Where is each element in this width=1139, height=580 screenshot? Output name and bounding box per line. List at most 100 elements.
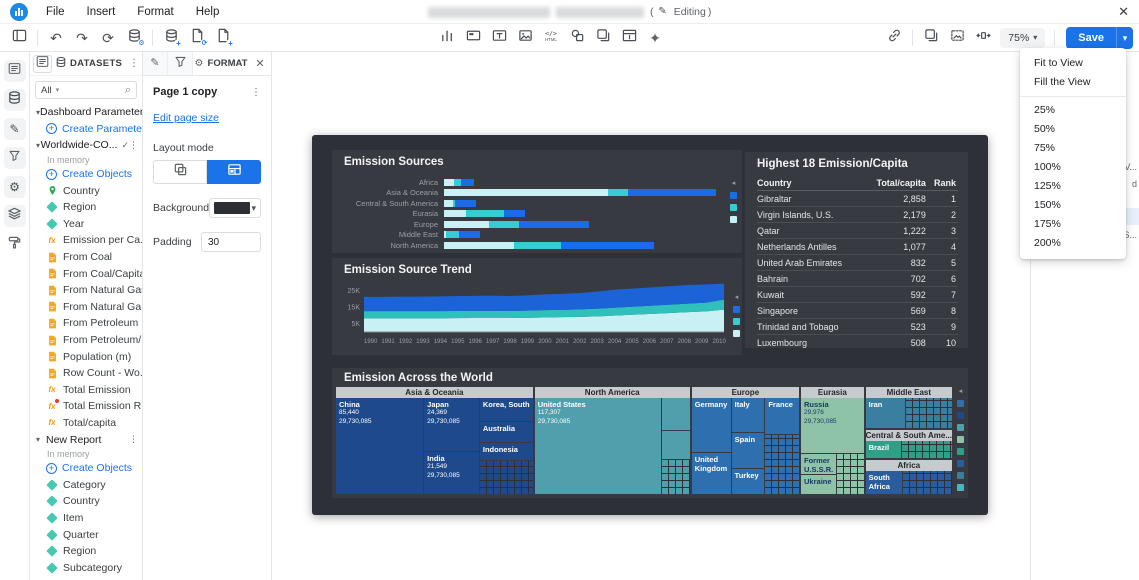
legend-swatch[interactable] — [957, 484, 964, 491]
tree-item[interactable]: From Petroleum — [30, 315, 142, 332]
dashboard-canvas[interactable]: Emission Sources AfricaAsia & OceaniaCen… — [312, 135, 988, 515]
treemap-group-header[interactable]: Asia & Oceania — [336, 387, 533, 398]
magic-sparkle-button[interactable]: ✦ — [642, 26, 668, 50]
tab-edit[interactable]: ✎ — [143, 52, 168, 75]
table-row[interactable]: Gibraltar2,8581 — [757, 191, 958, 207]
treemap-cell-south-africa[interactable]: South Africa — [866, 471, 903, 494]
chart-legend[interactable]: ◂ — [957, 388, 964, 491]
legend-swatch[interactable] — [733, 306, 740, 313]
rail-filter-icon[interactable] — [4, 147, 26, 169]
tree-item[interactable]: Category — [30, 476, 142, 493]
treemap-cell[interactable] — [903, 471, 952, 494]
treemap-group-header[interactable]: Middle East — [866, 387, 952, 398]
legend-swatch[interactable] — [733, 318, 740, 325]
insert-html-button[interactable]: </>HTML — [538, 26, 564, 50]
tree-item[interactable]: From Petroleum/... — [30, 332, 142, 349]
snapshot-button[interactable] — [944, 26, 970, 50]
zoom-level-dropdown[interactable]: 75%▾ — [1000, 28, 1045, 48]
widget-emission-sources[interactable]: Emission Sources AfricaAsia & OceaniaCen… — [332, 150, 742, 253]
toggle-panel-button[interactable] — [6, 26, 32, 50]
tree-item[interactable]: Item — [30, 510, 142, 527]
treemap-group-header[interactable]: Africa — [866, 460, 952, 471]
menu-item-insert[interactable]: Insert — [87, 6, 116, 18]
legend-scroll-arrow-icon[interactable]: ◂ — [732, 180, 736, 187]
tree-item[interactable]: From Coal/Capita — [30, 265, 142, 282]
bar-segment[interactable] — [461, 179, 474, 186]
treemap-cell-russia[interactable]: Russia29,97629,730,085 — [801, 398, 864, 453]
tree-item[interactable]: +Create Parameter — [30, 121, 142, 138]
import-data-button[interactable]: ⟳ — [184, 26, 210, 50]
tree-item[interactable]: Quarter — [30, 526, 142, 543]
edit-page-size-link[interactable]: Edit page size — [153, 112, 219, 124]
table-row[interactable]: Singapore5698 — [757, 303, 958, 319]
treemap-cell[interactable] — [906, 398, 952, 428]
padding-input[interactable] — [201, 232, 261, 252]
treemap-cell[interactable] — [902, 441, 952, 458]
tree-item[interactable]: +Create Objects — [30, 166, 142, 183]
duplicate-button[interactable] — [918, 26, 944, 50]
tree-item[interactable]: From Coal — [30, 249, 142, 266]
treemap-group-header[interactable]: Europe — [692, 387, 799, 398]
bar-segment[interactable] — [489, 221, 519, 228]
undo-button[interactable]: ↶ — [43, 26, 69, 50]
bar-segment[interactable] — [446, 231, 459, 238]
zoom-menu-item-200[interactable]: 200% — [1020, 234, 1126, 253]
layout-grid-button[interactable] — [207, 160, 261, 184]
table-row[interactable]: Luxembourg50810 — [757, 335, 958, 348]
tree-item[interactable]: Subcategory — [30, 559, 142, 576]
treemap-cell-italy[interactable]: Italy — [732, 398, 765, 432]
table-row[interactable]: Qatar1,2223 — [757, 223, 958, 239]
legend-swatch[interactable] — [730, 216, 737, 223]
panel-close-icon[interactable]: ✕ — [249, 52, 271, 75]
search-icon[interactable]: ⌕ — [125, 84, 131, 97]
legend-swatch[interactable] — [957, 448, 964, 455]
rail-reports-icon[interactable] — [4, 60, 26, 82]
treemap-cell[interactable] — [662, 398, 690, 430]
treemap-cell-ukraine[interactable]: Ukraine — [801, 475, 836, 494]
legend-swatch[interactable] — [733, 330, 740, 337]
legend-scroll-arrow-icon[interactable]: ◂ — [959, 388, 963, 395]
bar-segment[interactable] — [444, 221, 489, 228]
menu-item-format[interactable]: Format — [137, 6, 173, 18]
bar-segment[interactable] — [454, 179, 461, 186]
rail-layers-icon[interactable] — [4, 205, 26, 227]
treemap-cell-turkey[interactable]: Turkey — [732, 469, 765, 494]
rail-settings-icon[interactable]: ⚙ — [4, 176, 26, 198]
treemap-cell-united-states[interactable]: United States117,30729,730,085 — [535, 398, 661, 494]
tree-item[interactable]: +Create Objects — [30, 460, 142, 477]
treemap-cell[interactable] — [765, 435, 799, 494]
zoom-menu-item-175[interactable]: 175% — [1020, 215, 1126, 234]
menu-item-help[interactable]: Help — [196, 6, 220, 18]
zoom-menu-item-100[interactable]: 100% — [1020, 158, 1126, 177]
treemap-cell-former-u-s-s-r-[interactable]: Former U.S.S.R. — [801, 454, 836, 474]
tree-section[interactable]: ▾New Report⋮ — [30, 431, 142, 448]
background-color-picker[interactable]: ▾ — [209, 198, 261, 218]
legend-swatch[interactable] — [730, 204, 737, 211]
zoom-menu-item-25[interactable]: 25% — [1020, 101, 1126, 120]
tree-section[interactable]: ▾Worldwide-CO...✓⋮ — [30, 137, 142, 154]
bar-segment[interactable] — [561, 242, 654, 249]
bar-segment[interactable] — [504, 210, 525, 217]
tree-item[interactable]: fxTotal/capita — [30, 415, 142, 432]
table-row[interactable]: Trinidad and Tobago5239 — [757, 319, 958, 335]
zoom-menu-item-filltheview[interactable]: Fill the View — [1020, 73, 1126, 92]
legend-swatch[interactable] — [730, 192, 737, 199]
bar-segment[interactable] — [514, 242, 561, 249]
treemap-group-header[interactable]: Central & South Ame... — [866, 430, 952, 441]
save-button[interactable]: Save — [1066, 27, 1116, 49]
table-row[interactable]: Netherlands Antilles1,0774 — [757, 239, 958, 255]
tree-item[interactable]: From Natural Gas — [30, 282, 142, 299]
rail-edit-icon[interactable]: ✎ — [4, 118, 26, 140]
treemap-cell-france[interactable]: France — [765, 398, 799, 434]
bar-segment[interactable] — [459, 231, 480, 238]
treemap-cell-korea-south[interactable]: Korea, South — [480, 398, 533, 421]
legend-swatch[interactable] — [957, 400, 964, 407]
stacked-bar[interactable] — [444, 200, 476, 207]
treemap-cell-spain[interactable]: Spain — [732, 433, 765, 468]
tree-item[interactable]: Country — [30, 182, 142, 199]
legend-scroll-arrow-icon[interactable]: ◂ — [735, 294, 739, 301]
stacked-bar[interactable] — [444, 179, 474, 186]
kebab-icon[interactable]: ⋮ — [129, 140, 138, 151]
chart-legend[interactable]: ◂ — [730, 180, 737, 223]
treemap-group-header[interactable]: Eurasia — [801, 387, 864, 398]
